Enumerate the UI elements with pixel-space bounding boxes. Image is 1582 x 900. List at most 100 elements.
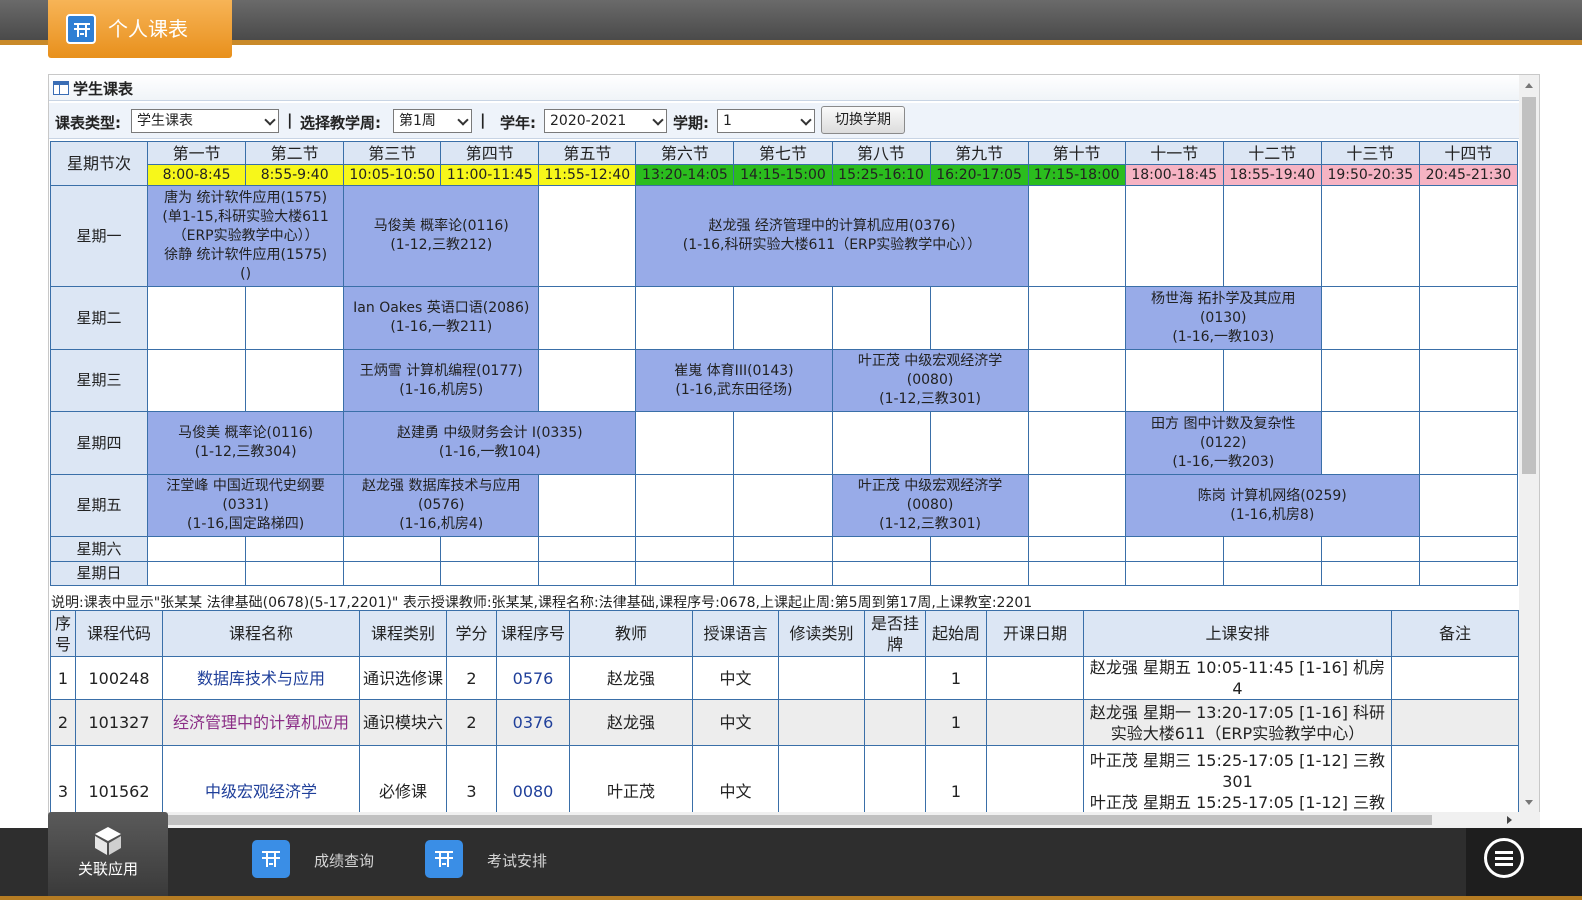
course-line: (0080) <box>906 372 954 388</box>
cell-no: 3 <box>50 745 76 813</box>
cell-lang: 中文 <box>692 656 779 700</box>
period-time: 11:00-11:45 <box>440 164 540 186</box>
course-name-link[interactable]: 经济管理中的计算机应用 <box>162 699 360 746</box>
horizontal-scrollbar[interactable] <box>116 812 1540 828</box>
course-cell[interactable]: 赵龙强 数据库技术与应用 (0576) (1-16,机房4) <box>343 474 540 537</box>
course-cell[interactable]: 叶正茂 中级宏观经济学 (0080) (1-12,三教301) <box>831 349 1029 412</box>
course-list-table: 序号 课程代码 课程名称 课程类别 学分 课程序号 教师 授课语言 修读类别 是… <box>50 610 1519 813</box>
course-name-link[interactable]: 中级宏观经济学 <box>162 745 360 813</box>
cell-study <box>778 656 865 700</box>
scroll-right-icon[interactable] <box>1507 816 1512 824</box>
term-select[interactable]: 1 <box>717 109 815 133</box>
column-header: 起始周 <box>925 610 987 657</box>
cell-teacher: 叶正茂 <box>569 745 693 813</box>
day-label: 星期二 <box>49 286 149 350</box>
panel-header: 学生课表 <box>49 75 1519 101</box>
scroll-thumb[interactable] <box>1522 97 1536 474</box>
period-time: 15:25-16:10 <box>831 164 931 186</box>
course-seq-link[interactable]: 0376 <box>496 699 570 746</box>
empty-cell <box>147 349 247 412</box>
switch-term-button[interactable]: 切换学期 <box>821 106 905 134</box>
course-line: (1-16,科研实验大楼611（ERP实验教学中心）） <box>682 237 982 253</box>
cell-date <box>986 745 1084 813</box>
day-label: 星期一 <box>49 185 149 287</box>
cell-lang: 中文 <box>692 745 779 813</box>
course-line: (1-12,三教301) <box>879 516 981 532</box>
period-time: 8:00-8:45 <box>147 164 247 186</box>
type-select-value: 学生课表 <box>137 113 193 129</box>
course-name-link[interactable]: 数据库技术与应用 <box>162 656 360 700</box>
empty-cell <box>1320 185 1420 287</box>
day-label: 星期四 <box>49 411 149 475</box>
course-cell[interactable]: 叶正茂 中级宏观经济学 (0080) (1-12,三教301) <box>831 474 1029 537</box>
course-cell[interactable]: 陈岗 计算机网络(0259) (1-16,机房8) <box>1124 474 1420 537</box>
empty-cell <box>245 286 345 350</box>
related-apps-label: 关联应用 <box>77 860 138 878</box>
course-line: Ian Oakes 英语口语(2086) <box>353 300 530 316</box>
empty-cell <box>635 474 735 537</box>
course-line: (1-16,机房8) <box>1230 506 1315 523</box>
course-seq-link[interactable]: 0576 <box>496 656 570 700</box>
cell-category: 通识选修课 <box>359 656 447 700</box>
year-select[interactable]: 2020-2021 <box>544 109 667 133</box>
period-header: 第五节 <box>538 141 637 165</box>
course-line: 杨世海 拓扑学及其应用 <box>1151 290 1296 307</box>
cell-remark <box>1391 656 1519 700</box>
empty-cell <box>1418 474 1519 537</box>
cell-listed <box>864 699 926 746</box>
cell-schedule: 叶正茂 星期三 15:25-17:05 [1-12] 三教 301 叶正茂 星期… <box>1083 745 1392 813</box>
course-line: (1-16,国定路梯四) <box>187 516 305 532</box>
course-cell[interactable]: 赵建勇 中级财务会计 I(0335) (1-16,一教104) <box>343 411 637 475</box>
scroll-up-icon[interactable] <box>1525 83 1533 88</box>
cell-date <box>986 656 1084 700</box>
course-line: 田方 图中计数及复杂性 <box>1151 415 1296 432</box>
course-line: (单1-15,科研实验大楼611 <box>162 208 329 225</box>
course-cell[interactable]: 马俊美 概率论(0116) (1-12,三教212) <box>343 185 540 287</box>
scroll-thumb[interactable] <box>122 815 1432 825</box>
empty-cell <box>1418 411 1519 475</box>
course-cell[interactable]: 汪堂峰 中国近现代史纲要 (0331) (1-16,国定路梯四) <box>147 474 345 537</box>
empty-cell <box>147 286 247 350</box>
menu-button[interactable] <box>1466 828 1582 896</box>
column-header: 教师 <box>569 610 693 657</box>
week-select[interactable]: 第1周 <box>393 109 472 133</box>
cell-start-week: 1 <box>925 699 987 746</box>
course-cell[interactable]: 田方 图中计数及复杂性 (0122) (1-16,一教203) <box>1124 411 1322 475</box>
course-cell[interactable]: 赵龙强 经济管理中的计算机应用(0376) (1-16,科研实验大楼611（ER… <box>635 185 1029 287</box>
cell-schedule: 赵龙强 星期五 10:05-11:45 [1-16] 机房4 <box>1083 656 1392 700</box>
course-line: 叶正茂 中级宏观经济学 <box>857 353 1003 369</box>
cell-no: 2 <box>50 699 76 746</box>
schedule-line: 赵龙强 星期五 10:05-11:45 [1-16] 机房4 <box>1089 658 1386 698</box>
chevron-down-icon <box>800 114 812 126</box>
empty-cell <box>1418 286 1519 350</box>
cell-study <box>778 699 865 746</box>
course-seq-link[interactable]: 0080 <box>496 745 570 813</box>
course-line: () <box>240 265 252 282</box>
app-tab[interactable]: 个人课表 <box>48 0 232 58</box>
course-cell[interactable]: 马俊美 概率论(0116) (1-12,三教304) <box>147 411 345 475</box>
related-apps-button[interactable]: 关联应用 <box>48 812 168 896</box>
empty-cell <box>538 185 637 287</box>
period-header: 十三节 <box>1320 141 1420 165</box>
separator: | <box>287 111 293 129</box>
course-cell[interactable]: 王炳雪 计算机编程(0177) (1-16,机房5) <box>343 349 540 412</box>
empty-cell <box>1418 185 1519 287</box>
cell-schedule: 赵龙强 星期一 13:20-17:05 [1-16] 科研 实验大楼611（ER… <box>1083 699 1392 746</box>
scroll-down-icon[interactable] <box>1525 800 1533 805</box>
course-cell[interactable]: 唐为 统计软件应用(1575) (单1-15,科研实验大楼611 （ERP实验教… <box>147 185 345 287</box>
type-select[interactable]: 学生课表 <box>131 109 279 133</box>
period-header: 第四节 <box>440 141 540 165</box>
week-label: 选择教学周: <box>300 114 381 132</box>
course-cell[interactable]: Ian Oakes 英语口语(2086) (1-16,一教211) <box>343 286 540 350</box>
empty-cell <box>929 286 1029 350</box>
course-cell[interactable]: 杨世海 拓扑学及其应用 (0130) (1-16,一教103) <box>1124 286 1322 350</box>
empty-cell <box>538 349 637 412</box>
empty-cell <box>538 474 637 537</box>
empty-cell <box>831 286 931 350</box>
empty-cell <box>1027 185 1126 287</box>
cell-credit: 2 <box>446 656 497 700</box>
bottom-bar <box>0 828 1582 900</box>
vertical-scrollbar[interactable] <box>1519 75 1539 813</box>
separator: | <box>480 111 486 129</box>
course-cell[interactable]: 崔嵬 体育III(0143) (1-16,武东田径场) <box>635 349 833 412</box>
